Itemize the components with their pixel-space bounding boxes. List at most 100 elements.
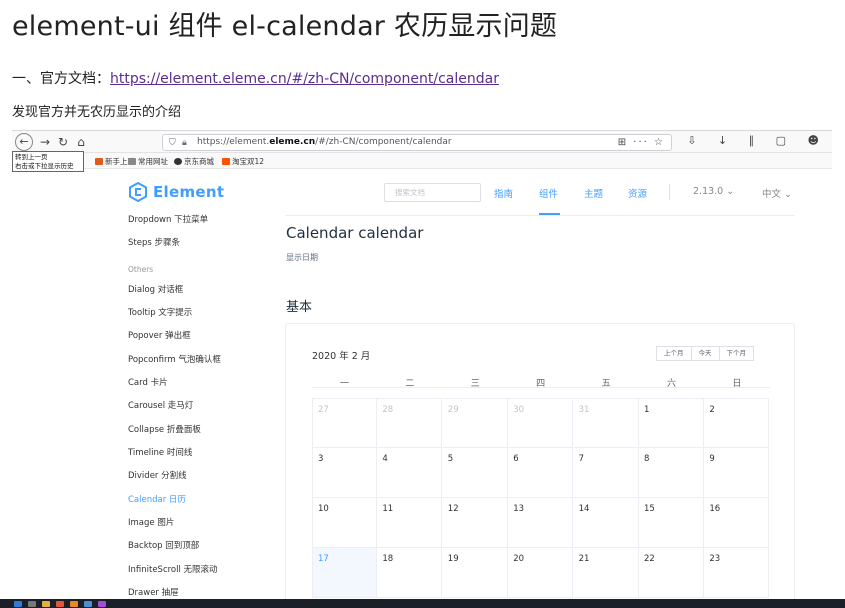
calendar-title: 2020 年 2 月 bbox=[312, 351, 371, 362]
calendar-day-cell[interactable]: 9 bbox=[704, 448, 770, 498]
calendar-day-cell[interactable]: 11 bbox=[377, 498, 443, 548]
url-prefix: https://element. bbox=[197, 137, 270, 147]
bookmark-icon bbox=[95, 158, 103, 165]
sidebar-item-backtop[interactable]: Backtop 回到顶部 bbox=[128, 539, 199, 551]
element-logo[interactable]: Element bbox=[128, 181, 224, 203]
section-title: 基本 bbox=[286, 300, 313, 315]
next-month-button[interactable]: 下个月 bbox=[718, 346, 754, 361]
doc-subtitle: 显示日期 bbox=[286, 253, 318, 262]
nav-theme[interactable]: 主题 bbox=[584, 186, 603, 200]
calendar-day-cell[interactable]: 10 bbox=[312, 498, 377, 548]
version-select[interactable]: 2.13.0 ⌄ bbox=[693, 186, 734, 197]
url-bar[interactable]: ⛉ 🔒︎ https://element.eleme.cn/#/zh-CN/co… bbox=[162, 134, 672, 151]
sidebar-item-infinitescroll[interactable]: InfiniteScroll 无限滚动 bbox=[128, 563, 218, 575]
weekday-label: 四 bbox=[536, 379, 546, 389]
calendar-day-cell[interactable]: 5 bbox=[442, 448, 508, 498]
sidebar-item-steps[interactable]: Steps 步骤条 bbox=[128, 236, 180, 248]
bookmark-item[interactable]: 京东商城 bbox=[174, 156, 214, 167]
calendar-day-cell[interactable]: 8 bbox=[639, 448, 704, 498]
calendar-day-cell[interactable]: 31 bbox=[573, 398, 639, 448]
header-divider bbox=[285, 215, 795, 216]
folder-icon[interactable] bbox=[42, 600, 50, 607]
windows-start-icon[interactable] bbox=[14, 600, 22, 607]
calendar-day-cell[interactable]: 18 bbox=[377, 548, 443, 598]
sidebar-item-popover[interactable]: Popover 弹出框 bbox=[128, 329, 191, 341]
forward-icon[interactable]: → bbox=[37, 134, 53, 150]
sidebar-item-collapse[interactable]: Collapse 折叠面板 bbox=[128, 423, 201, 435]
bookmark-item[interactable]: 常用网址 bbox=[128, 156, 168, 167]
calendar-demo: 2020 年 2 月 上个月 今天 下个月 一二三四五六日 27 28 29 30 31… bbox=[285, 323, 795, 608]
globe-icon bbox=[174, 158, 182, 165]
calendar-weekdays: 一二三四五六日 bbox=[312, 372, 770, 389]
sidebar-item-carousel[interactable]: Carousel 走马灯 bbox=[128, 399, 193, 411]
toolbar-right-icons[interactable]: ⇩ ↓ ∥ ▢ ☻ bbox=[687, 134, 828, 147]
calendar-day-cell[interactable]: 14 bbox=[573, 498, 639, 548]
calendar-day-cell[interactable]: 17 bbox=[312, 548, 377, 598]
nav-guide[interactable]: 指南 bbox=[494, 186, 513, 200]
calendar-day-cell[interactable]: 29 bbox=[442, 398, 508, 448]
calendar-day-cell[interactable]: 19 bbox=[442, 548, 508, 598]
sidebar-item-card[interactable]: Card 卡片 bbox=[128, 376, 168, 388]
language-select[interactable]: 中文 ⌄ bbox=[762, 186, 792, 200]
post-note: 发现官方并无农历显示的介绍 bbox=[12, 105, 182, 120]
folder-icon bbox=[128, 158, 136, 165]
sidebar-item-drawer[interactable]: Drawer 抽屉 bbox=[128, 586, 179, 598]
sidebar-item-timeline[interactable]: Timeline 时间线 bbox=[128, 446, 192, 458]
calendar-day-cell[interactable]: 13 bbox=[508, 498, 574, 548]
sidebar-item-image[interactable]: Image 图片 bbox=[128, 516, 174, 528]
sidebar-item-dropdown[interactable]: Dropdown 下拉菜单 bbox=[128, 213, 208, 225]
home-icon[interactable]: ⌂ bbox=[73, 134, 89, 150]
search-icon[interactable] bbox=[28, 600, 36, 607]
element-logo-icon bbox=[129, 182, 147, 202]
calendar-day-cell[interactable]: 4 bbox=[377, 448, 443, 498]
calendar-day-cell[interactable]: 30 bbox=[508, 398, 574, 448]
firefox-icon[interactable] bbox=[70, 600, 78, 607]
site-search-input[interactable]: 搜索文档 bbox=[384, 183, 481, 202]
app-icon[interactable] bbox=[98, 600, 106, 607]
taskbar bbox=[0, 599, 845, 608]
calendar-day-cell[interactable]: 27 bbox=[312, 398, 377, 448]
app-icon[interactable] bbox=[84, 600, 92, 607]
calendar-button-group: 上个月 今天 下个月 bbox=[656, 346, 754, 361]
calendar-day-cell[interactable]: 3 bbox=[312, 448, 377, 498]
bookmark-item[interactable]: 淘宝双12 bbox=[222, 156, 264, 167]
sidebar-group-others: Others bbox=[128, 265, 154, 274]
calendar-day-cell[interactable]: 21 bbox=[573, 548, 639, 598]
weekday-label: 日 bbox=[732, 379, 742, 389]
app-icon[interactable] bbox=[56, 600, 64, 607]
calendar-day-cell[interactable]: 20 bbox=[508, 548, 574, 598]
doc-title: Calendar calendar bbox=[286, 224, 424, 242]
calendar-day-cell[interactable]: 16 bbox=[704, 498, 770, 548]
calendar-day-cell[interactable]: 2 bbox=[704, 398, 770, 448]
sidebar-item-dialog[interactable]: Dialog 对话框 bbox=[128, 283, 183, 295]
calendar-day-cell[interactable]: 28 bbox=[377, 398, 443, 448]
lock-icon: 🔒︎ bbox=[182, 138, 187, 148]
calendar-day-cell[interactable]: 6 bbox=[508, 448, 574, 498]
today-button[interactable]: 今天 bbox=[690, 346, 720, 361]
calendar-day-cell[interactable]: 23 bbox=[704, 548, 770, 598]
calendar-day-cell[interactable]: 15 bbox=[639, 498, 704, 548]
calendar-day-cell[interactable]: 12 bbox=[442, 498, 508, 548]
back-icon[interactable]: ← bbox=[15, 133, 33, 151]
sidebar-item-divider[interactable]: Divider 分割线 bbox=[128, 469, 187, 481]
sidebar-item-calendar[interactable]: Calendar 日历 bbox=[128, 493, 186, 505]
url-actions-icon[interactable]: ⊞ ··· ☆ bbox=[618, 135, 665, 150]
doc-link-prefix: 一、官方文档： bbox=[12, 71, 110, 87]
taobao-icon bbox=[222, 158, 230, 165]
calendar-day-cell[interactable]: 1 bbox=[639, 398, 704, 448]
url-domain: eleme.cn bbox=[269, 137, 316, 147]
calendar-day-cell[interactable]: 22 bbox=[639, 548, 704, 598]
embedded-screenshot: ← → ↻ ⌂ ⛉ 🔒︎ https://element.eleme.cn/#/… bbox=[12, 130, 832, 608]
nav-component[interactable]: 组件 bbox=[539, 186, 558, 200]
sidebar-item-popconfirm[interactable]: Popconfirm 气泡确认框 bbox=[128, 353, 221, 365]
back-tooltip: 转到上一页 右击或下拉显示历史 bbox=[12, 151, 84, 172]
prev-month-button[interactable]: 上个月 bbox=[656, 346, 692, 361]
nav-resource[interactable]: 资源 bbox=[628, 186, 647, 200]
calendar-day-cell[interactable]: 7 bbox=[573, 448, 639, 498]
reload-icon[interactable]: ↻ bbox=[55, 134, 71, 150]
browser-toolbar: ← → ↻ ⌂ ⛉ 🔒︎ https://element.eleme.cn/#/… bbox=[12, 131, 832, 153]
shield-icon: ⛉ bbox=[169, 138, 176, 148]
official-doc-link[interactable]: https://element.eleme.cn/#/zh-CN/compone… bbox=[110, 71, 499, 87]
logo-text: Element bbox=[153, 183, 225, 201]
sidebar-item-tooltip[interactable]: Tooltip 文字提示 bbox=[128, 306, 192, 318]
